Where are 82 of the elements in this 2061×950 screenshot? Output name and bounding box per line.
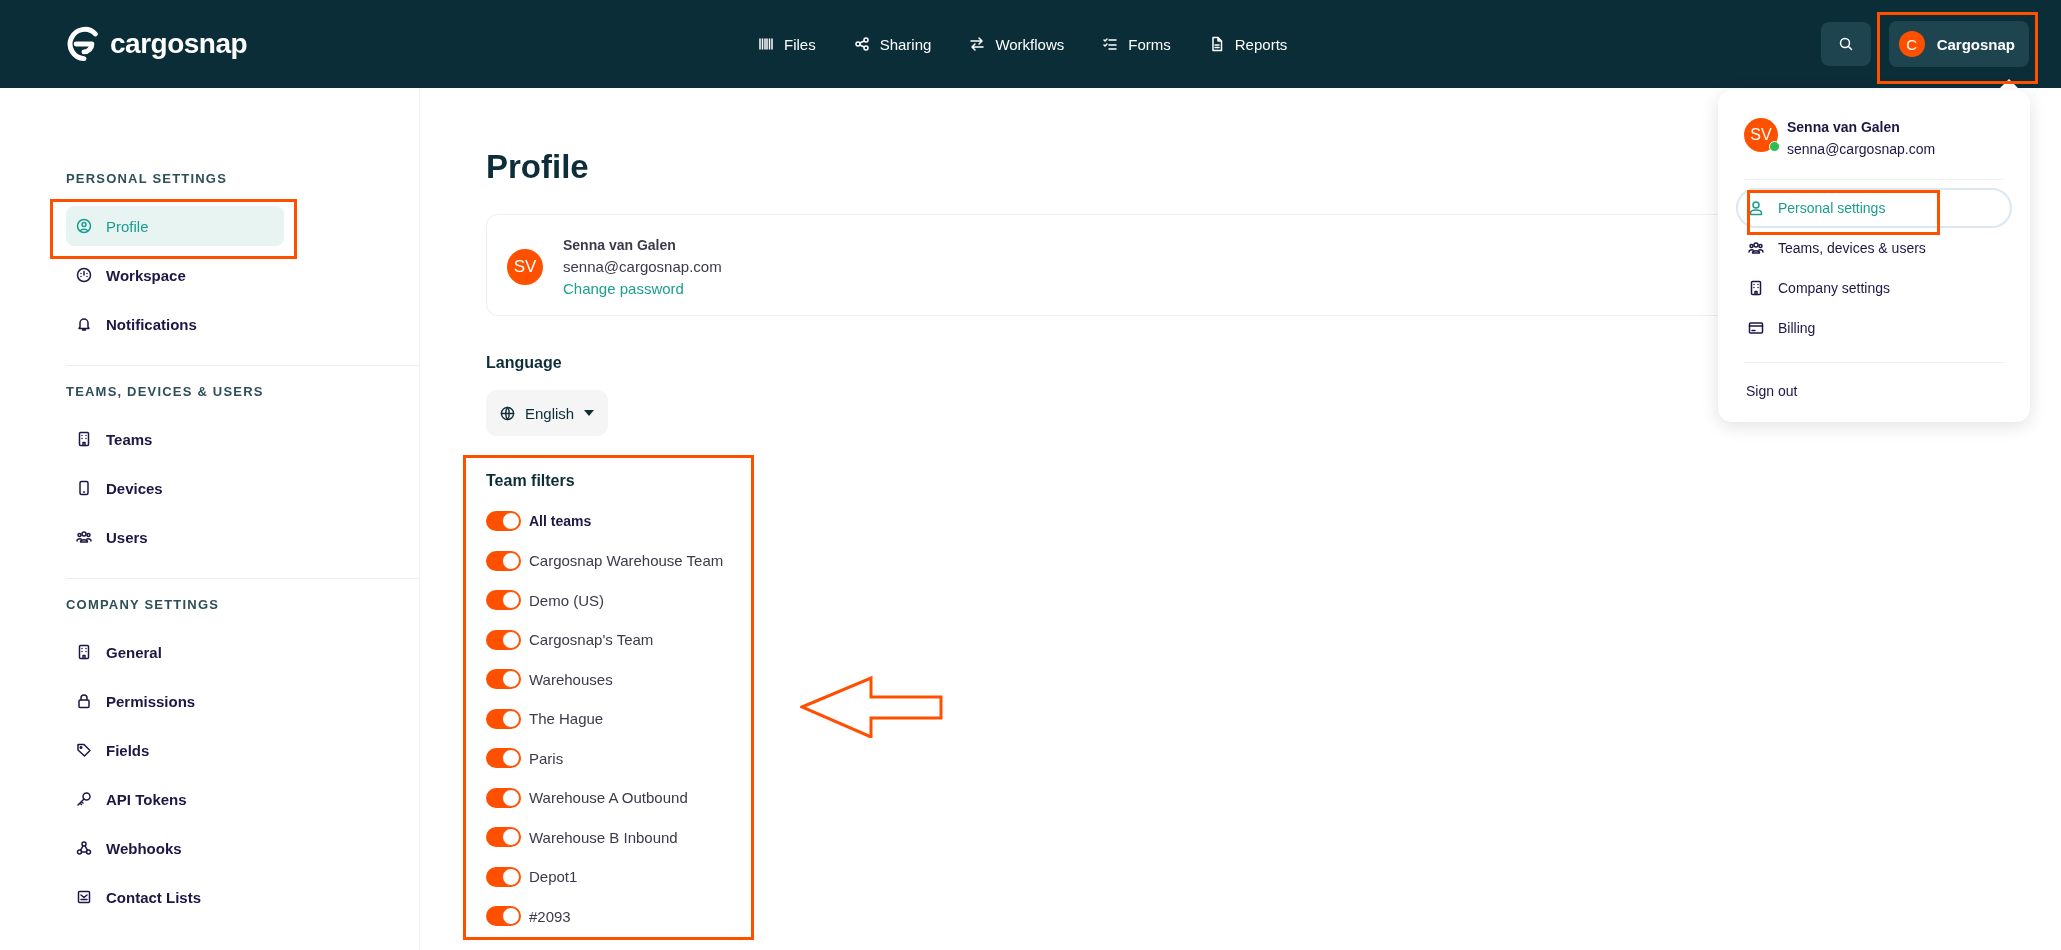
users-icon: [1748, 240, 1764, 256]
arrows-icon: [969, 36, 986, 52]
caret-icon: [584, 410, 595, 416]
user-name: Senna van Galen: [563, 237, 677, 253]
sidebar-item[interactable]: Webhooks: [66, 828, 284, 868]
toggle-switch[interactable]: [486, 827, 521, 848]
section-heading: COMPANY SETTINGS: [66, 597, 221, 612]
section-heading: TEAMS, DEVICES & USERS: [66, 384, 265, 399]
user-email: senna@cargosnap.com: [563, 258, 722, 275]
users-icon: [76, 529, 92, 545]
team-label: Demo (US): [529, 591, 604, 609]
sidebar-item[interactable]: Devices: [66, 468, 284, 508]
lock-icon: [76, 693, 92, 709]
building-icon: [76, 431, 92, 447]
toggle-switch[interactable]: [486, 669, 521, 690]
building-icon: [76, 644, 92, 660]
section-heading: PERSONAL SETTINGS: [66, 171, 228, 186]
sidebar-item[interactable]: Workspace: [66, 255, 284, 295]
logo-text: cargosnap: [110, 28, 248, 60]
search-button[interactable]: [1820, 22, 1871, 66]
sidebar-item[interactable]: Permissions: [66, 681, 284, 721]
toggle-switch[interactable]: [486, 550, 521, 571]
toggle-switch[interactable]: [486, 708, 521, 729]
team-filters-heading: Team filters: [486, 472, 575, 490]
phone-icon: [76, 480, 92, 496]
team-label: Cargosnap's Team: [529, 631, 654, 649]
user-circle-icon: [76, 218, 92, 234]
sidebar-item[interactable]: API Tokens: [66, 779, 284, 819]
credit-card-icon: [1748, 320, 1764, 336]
share-icon: [853, 36, 870, 52]
globe-icon: [500, 405, 515, 421]
toggle-switch[interactable]: [486, 748, 521, 769]
menu-item[interactable]: Company settings: [1736, 268, 2012, 308]
avatar: SV: [507, 249, 543, 285]
search-icon: [1837, 36, 1854, 52]
toggle-switch[interactable]: [486, 629, 521, 650]
sidebar-item[interactable]: General: [66, 632, 284, 672]
sidebar-item[interactable]: Fields: [66, 730, 284, 770]
toggle-switch[interactable]: [486, 590, 521, 611]
avatar: SV: [1744, 118, 1778, 152]
sign-out-link[interactable]: Sign out: [1744, 383, 1800, 399]
language-dropdown[interactable]: English: [486, 390, 609, 436]
language-label: Language: [486, 354, 562, 372]
team-label: Warehouses: [529, 670, 613, 688]
team-label: Depot1: [529, 868, 578, 886]
team-label: Cargosnap Warehouse Team: [529, 552, 724, 570]
menu-item[interactable]: Billing: [1736, 308, 2012, 348]
sidebar-item[interactable]: Notifications: [66, 304, 284, 344]
user-name: Senna van Galen: [1787, 119, 1901, 135]
account-button[interactable]: C Cargosnap: [1888, 21, 2029, 67]
toggle-switch[interactable]: [486, 787, 521, 808]
checklist-icon: [1102, 36, 1119, 52]
team-label: All teams: [529, 513, 592, 530]
team-label: Warehouse B Inbound: [529, 828, 678, 846]
webhook-icon: [76, 840, 92, 856]
nav-link[interactable]: Reports: [1208, 35, 1288, 53]
building-icon: [1748, 280, 1764, 296]
barcode-icon: [758, 36, 774, 52]
toggle-switch[interactable]: [486, 906, 521, 927]
bell-icon: [76, 316, 92, 332]
user-icon: [1748, 200, 1764, 216]
user-email: senna@cargosnap.com: [1787, 141, 1936, 157]
gauge-icon: [76, 267, 92, 283]
nav-link[interactable]: Forms: [1102, 35, 1171, 53]
team-label: Paris: [529, 749, 564, 767]
account-avatar: C: [1898, 31, 1925, 57]
nav-link[interactable]: Workflows: [969, 35, 1065, 53]
toggle-switch[interactable]: [486, 511, 521, 532]
sidebar-item[interactable]: Contact Lists: [66, 877, 284, 917]
team-label: #2093: [529, 907, 571, 925]
sidebar-item[interactable]: Users: [66, 517, 284, 557]
nav-link[interactable]: Sharing: [853, 35, 932, 53]
key-icon: [76, 791, 92, 807]
sidebar-item[interactable]: Teams: [66, 419, 284, 459]
nav-link[interactable]: Files: [758, 35, 816, 53]
team-label: Warehouse A Outbound: [529, 789, 688, 807]
page-title: Profile: [486, 148, 589, 186]
team-label: The Hague: [529, 710, 604, 728]
menu-item[interactable]: Teams, devices & users: [1736, 228, 2012, 268]
toggle-switch[interactable]: [486, 866, 521, 887]
envelope-icon: [76, 889, 92, 905]
tag-icon: [76, 742, 92, 758]
